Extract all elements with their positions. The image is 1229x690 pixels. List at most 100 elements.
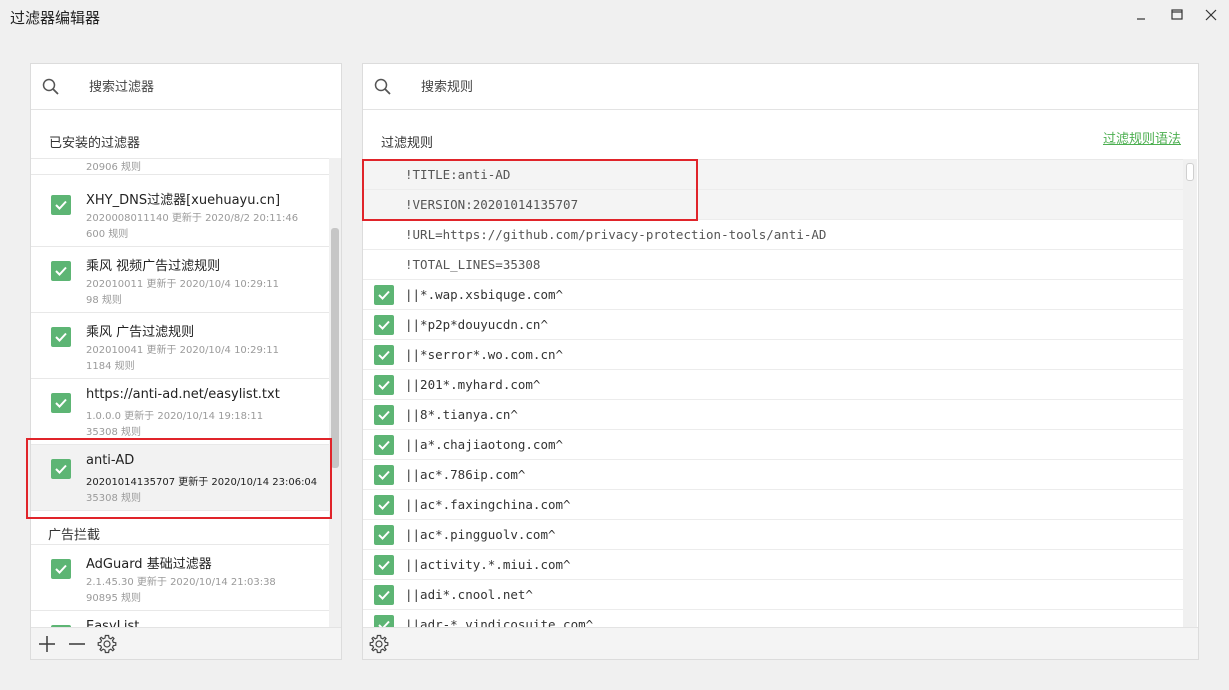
check-icon — [378, 290, 390, 300]
highlight-box-selected-filter — [26, 438, 332, 519]
window-title: 过滤器编辑器 — [10, 9, 101, 27]
filter-rule-count: 1184 规则 — [86, 361, 135, 372]
rule-text: ||201*.myhard.com^ — [405, 377, 541, 392]
rule-row[interactable]: ||adi*.cnool.net^ — [363, 580, 1183, 610]
filter-checkbox[interactable] — [51, 559, 71, 579]
rule-row[interactable]: ||*serror*.wo.com.cn^ — [363, 340, 1183, 370]
rule-text: ||activity.*.miui.com^ — [405, 557, 571, 572]
filter-name: XHY_DNS过滤器[xuehuayu.cn] — [86, 193, 281, 208]
check-icon — [378, 500, 390, 510]
filter-toolbar — [31, 627, 341, 659]
gear-icon — [369, 634, 389, 654]
rule-text: ||ac*.pingguolv.com^ — [405, 527, 556, 542]
filter-search-input[interactable] — [89, 76, 309, 98]
rule-checkbox[interactable] — [374, 465, 394, 485]
filter-item[interactable]: EasyList — [31, 611, 329, 628]
rule-search-bar — [363, 64, 1198, 110]
rule-row[interactable]: ||ac*.faxingchina.com^ — [363, 490, 1183, 520]
filter-meta: 2.1.45.30 更新于 2020/10/14 21:03:38 — [86, 577, 276, 588]
rule-checkbox[interactable] — [374, 285, 394, 305]
filter-checkbox[interactable] — [51, 393, 71, 413]
rule-text: ||ac*.786ip.com^ — [405, 467, 526, 482]
filter-checkbox[interactable] — [51, 195, 71, 215]
check-icon — [55, 398, 67, 408]
filter-name: 乘风 视频广告过滤规则 — [86, 259, 221, 274]
filter-meta: 202010011 更新于 2020/10/4 10:29:11 — [86, 279, 279, 290]
check-icon — [378, 350, 390, 360]
rule-list-scrollbar[interactable] — [1183, 159, 1197, 629]
rule-checkbox[interactable] — [374, 435, 394, 455]
filter-item[interactable]: https://anti-ad.net/easylist.txt 1.0.0.0… — [31, 379, 329, 445]
rule-checkbox[interactable] — [374, 345, 394, 365]
rule-row[interactable]: ||ac*.pingguolv.com^ — [363, 520, 1183, 550]
gear-icon — [97, 634, 117, 654]
rule-row[interactable]: ||201*.myhard.com^ — [363, 370, 1183, 400]
filters-panel: 已安装的过滤器 20906 规则 XHY_DNS过滤器[xuehuayu.cn]… — [30, 63, 342, 660]
rule-text: !URL=https://github.com/privacy-protecti… — [405, 227, 827, 242]
check-icon — [378, 380, 390, 390]
filter-list-scrollbar[interactable] — [329, 158, 341, 628]
filter-item-partial[interactable]: 20906 规则 — [31, 159, 329, 175]
rule-row[interactable]: ||a*.chajiaotong.com^ — [363, 430, 1183, 460]
rules-heading: 过滤规则 — [381, 136, 434, 151]
rule-row[interactable]: ||*.wap.xsbiquge.com^ — [363, 280, 1183, 310]
filter-item[interactable]: 乘风 广告过滤规则 202010041 更新于 2020/10/4 10:29:… — [31, 313, 329, 379]
filter-item[interactable]: XHY_DNS过滤器[xuehuayu.cn] 2020008011140 更新… — [31, 181, 329, 247]
filter-item[interactable]: AdGuard 基础过滤器 2.1.45.30 更新于 2020/10/14 2… — [31, 545, 329, 611]
filter-item[interactable]: 乘风 视频广告过滤规则 202010011 更新于 2020/10/4 10:2… — [31, 247, 329, 313]
rule-checkbox[interactable] — [374, 315, 394, 335]
close-button[interactable] — [1193, 0, 1229, 30]
rule-row[interactable]: !TOTAL_LINES=35308 — [363, 250, 1183, 280]
rule-row[interactable]: ||ac*.786ip.com^ — [363, 460, 1183, 490]
installed-filters-heading: 已安装的过滤器 — [49, 136, 141, 151]
rule-checkbox[interactable] — [374, 555, 394, 575]
rule-checkbox[interactable] — [374, 585, 394, 605]
filter-name: AdGuard 基础过滤器 — [86, 557, 212, 572]
rule-checkbox[interactable] — [374, 375, 394, 395]
rule-row[interactable]: ||*p2p*douyucdn.cn^ — [363, 310, 1183, 340]
rule-search-input[interactable] — [421, 76, 921, 98]
check-icon — [378, 320, 390, 330]
maximize-button[interactable] — [1159, 0, 1195, 30]
scrollbar-thumb[interactable] — [331, 228, 339, 468]
filter-meta: 2020008011140 更新于 2020/8/2 20:11:46 — [86, 213, 299, 224]
rule-text: !TOTAL_LINES=35308 — [405, 257, 541, 272]
add-filter-button[interactable] — [35, 632, 59, 656]
filter-meta: 202010041 更新于 2020/10/4 10:29:11 — [86, 345, 279, 356]
rule-checkbox[interactable] — [374, 525, 394, 545]
rule-text: ||adi*.cnool.net^ — [405, 587, 533, 602]
rule-checkbox[interactable] — [374, 405, 394, 425]
check-icon — [378, 590, 390, 600]
rule-row[interactable]: ||8*.tianya.cn^ — [363, 400, 1183, 430]
minimize-button[interactable] — [1123, 0, 1159, 30]
filter-meta: 1.0.0.0 更新于 2020/10/14 19:18:11 — [86, 411, 264, 422]
rule-settings-button[interactable] — [367, 632, 391, 656]
close-icon — [1205, 9, 1217, 21]
highlight-box-title-version — [362, 159, 698, 221]
rule-text: ||*.wap.xsbiquge.com^ — [405, 287, 564, 302]
group-label-ad-blocking: 广告拦截 — [48, 528, 101, 543]
remove-icon — [69, 643, 85, 645]
rule-text: ||a*.chajiaotong.com^ — [405, 437, 564, 452]
check-icon — [378, 470, 390, 480]
maximize-icon — [1171, 9, 1183, 20]
filter-name: 乘风 广告过滤规则 — [86, 325, 195, 340]
rule-row[interactable]: ||activity.*.miui.com^ — [363, 550, 1183, 580]
rule-syntax-link[interactable]: 过滤规则语法 — [1103, 128, 1181, 147]
rule-text: ||*p2p*douyucdn.cn^ — [405, 317, 548, 332]
filter-rule-count: 98 规则 — [86, 295, 122, 306]
rule-row[interactable]: !URL=https://github.com/privacy-protecti… — [363, 220, 1183, 250]
title-bar: 过滤器编辑器 — [0, 0, 1229, 34]
check-icon — [55, 266, 67, 276]
filter-checkbox[interactable] — [51, 327, 71, 347]
rule-list: !TITLE:anti-AD !VERSION:20201014135707 !… — [363, 159, 1183, 629]
remove-filter-button[interactable] — [65, 632, 89, 656]
scrollbar-thumb[interactable] — [1186, 163, 1194, 181]
check-icon — [378, 440, 390, 450]
rule-text: ||ac*.faxingchina.com^ — [405, 497, 571, 512]
filter-settings-button[interactable] — [95, 632, 119, 656]
filter-checkbox[interactable] — [51, 261, 71, 281]
filter-search-bar — [31, 64, 341, 110]
rule-checkbox[interactable] — [374, 495, 394, 515]
check-icon — [378, 560, 390, 570]
